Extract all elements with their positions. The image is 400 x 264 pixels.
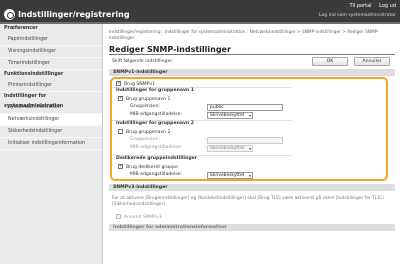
sidebar-item-paper[interactable]: Papirindstillinger bbox=[0, 34, 102, 46]
group1-name-label: Gruppenavn: bbox=[130, 104, 160, 109]
sidebar-section-admin: Indstillinger for systemadministration bbox=[4, 94, 64, 109]
title-divider bbox=[109, 54, 395, 55]
app-title: Indstillinger/registrering bbox=[18, 10, 130, 19]
top-links: Til portal Log ud bbox=[344, 3, 396, 9]
use-group1-checkbox[interactable] bbox=[118, 95, 123, 101]
sidebar-item-system-admin[interactable]: Systemadministration bbox=[0, 102, 102, 114]
use-dedicated-checkbox[interactable] bbox=[118, 163, 123, 169]
group2-name-label: Gruppenavn: bbox=[130, 137, 160, 142]
snmpv1-section-header: SNMPv1-indstillinger bbox=[109, 69, 395, 76]
use-group1-label: Brug gruppenavn 1 bbox=[126, 97, 171, 102]
sidebar-item-printer[interactable]: Printerindstillinger bbox=[0, 80, 102, 92]
sidebar-item-security[interactable]: Sikkerhedsindstillinger bbox=[0, 126, 102, 138]
use-group2-label: Brug gruppenavn 2 bbox=[126, 130, 171, 135]
use-group2-checkbox[interactable] bbox=[118, 129, 123, 134]
sidebar-section-functions: Funktionsindstillinger bbox=[4, 72, 64, 77]
page-title: Rediger SNMP-indstillinger bbox=[109, 45, 231, 54]
sidebar-section-preferences: Præferencer bbox=[4, 26, 38, 31]
group1-name-input[interactable]: public bbox=[207, 104, 283, 111]
group1-mib-select[interactable]: Skrivebeskyttet bbox=[207, 112, 253, 119]
use-snmpv3-label: Anvend SNMPv3 bbox=[124, 215, 162, 220]
use-snmpv3-checkbox[interactable] bbox=[116, 214, 121, 219]
cancel-button[interactable]: Annuller bbox=[354, 57, 390, 66]
use-snmpv1-checkbox[interactable] bbox=[116, 80, 121, 86]
group2-mib-label: MIB-adgangstilladelse: bbox=[130, 145, 183, 150]
snmpv3-tls-note: For at aktivere [Brugerindstillinger] og… bbox=[112, 196, 385, 207]
snmpv3-section-header: SNMPv3-indstillinger bbox=[109, 184, 395, 191]
use-group1-row: Brug gruppenavn 1 bbox=[118, 95, 171, 103]
use-dedicated-label: Brug dedikeret gruppe bbox=[126, 165, 178, 170]
breadcrumb: Indstillinger/registrering : Indstilling… bbox=[109, 30, 379, 41]
sidebar: Præferencer Papirindstillinger Visningsi… bbox=[0, 24, 103, 264]
sidebar-item-timer[interactable]: Timerindstillinger bbox=[0, 58, 102, 70]
group1-mib-label: MIB-adgangstilladelse: bbox=[130, 112, 183, 117]
hint-text: Skift følgende indstillinger. bbox=[112, 59, 174, 64]
app-header: Indstillinger/registrering Til portal Lo… bbox=[0, 0, 400, 24]
group1-header: Indstillinger for gruppenavn 1 bbox=[116, 88, 195, 93]
group2-mib-select[interactable]: Skrivebeskyttet bbox=[207, 145, 253, 152]
group2-name-input[interactable] bbox=[207, 137, 283, 144]
use-dedicated-row: Brug dedikeret gruppe bbox=[118, 163, 178, 171]
dedicated-mib-label: MIB-adgangstilladelse: bbox=[130, 172, 183, 177]
sidebar-item-initialize[interactable]: Initialiser indstillingsinformation bbox=[0, 138, 102, 150]
use-snmpv3-row: Anvend SNMPv3 bbox=[116, 214, 162, 221]
dedicated-group-header: Dedikerede gruppeindstillinger bbox=[116, 156, 198, 161]
logout-link[interactable]: Log ud bbox=[379, 3, 396, 9]
admin-info-section-header: Indstillinger for administrationsinforma… bbox=[109, 224, 395, 231]
login-user-label: Log ind som systemadministrator bbox=[318, 13, 396, 18]
group2-header: Indstillinger for gruppenavn 2 bbox=[116, 121, 195, 126]
sidebar-item-display[interactable]: Visningsindstillinger bbox=[0, 46, 102, 58]
dedicated-mib-select[interactable]: Skrivebeskyttet bbox=[207, 172, 253, 179]
use-group2-row: Brug gruppenavn 2 bbox=[118, 129, 170, 136]
ok-button[interactable]: OK bbox=[312, 57, 348, 66]
portal-link[interactable]: Til portal bbox=[350, 3, 372, 9]
app-logo-icon bbox=[4, 9, 15, 20]
sidebar-item-network[interactable]: Netværksindstillinger bbox=[0, 114, 102, 126]
